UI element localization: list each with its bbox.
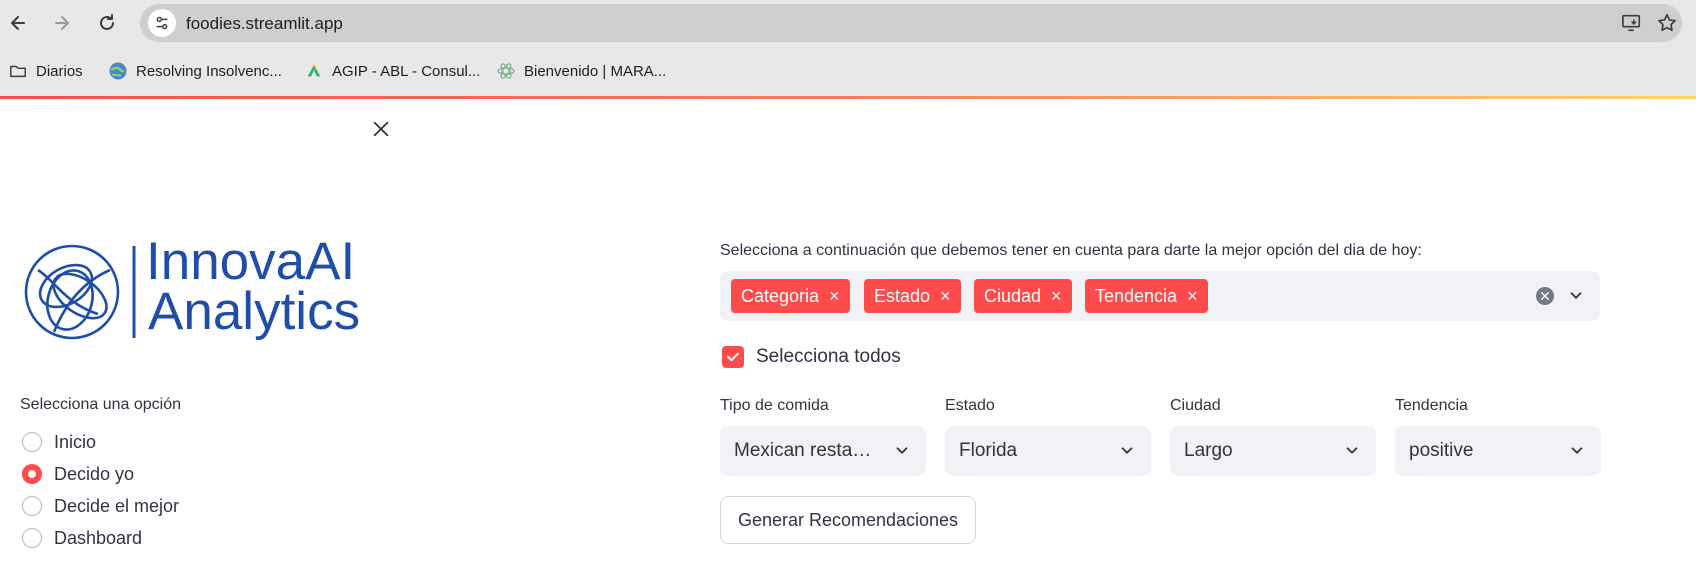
chevron-down-icon xyxy=(1570,292,1582,299)
mara-logo-icon xyxy=(496,61,516,81)
back-button[interactable] xyxy=(4,9,32,37)
radio-button[interactable] xyxy=(22,496,42,516)
close-sidebar-button[interactable] xyxy=(368,116,394,142)
radio-option-decide-el-mejor[interactable]: Decide el mejor xyxy=(22,492,179,520)
logo-text-line2: Analytics xyxy=(148,282,361,341)
select-ciudad[interactable]: Largo xyxy=(1170,426,1376,476)
multiselect-label: Selecciona a continuación que debemos te… xyxy=(720,242,1422,259)
chip-remove-icon[interactable]: × xyxy=(940,286,951,307)
reload-button[interactable] xyxy=(93,9,121,37)
star-icon xyxy=(1658,13,1676,32)
chip-ciudad: Ciudad × xyxy=(974,279,1072,313)
chip-remove-icon[interactable]: × xyxy=(1187,286,1198,307)
app-header-decoration xyxy=(0,96,1696,99)
radio-option-label: Decido yo xyxy=(54,463,135,484)
filter-label-ciudad: Ciudad xyxy=(1170,397,1221,414)
bookmark-star-button[interactable] xyxy=(1655,12,1679,34)
select-all-checkbox[interactable] xyxy=(722,346,744,368)
select-tendencia[interactable]: positive xyxy=(1395,426,1601,476)
select-value: Florida xyxy=(959,440,1018,461)
bookmark-agip[interactable]: AGIP - ABL - Consul... xyxy=(304,59,480,83)
bookmarks-bar: Diarios Resolving Insolvenc... AGIP - AB… xyxy=(0,46,1696,96)
select-tipo-de-comida[interactable]: Mexican resta… xyxy=(720,426,926,476)
agip-logo-icon xyxy=(304,61,324,81)
browser-toolbar: foodies.streamlit.app xyxy=(0,0,1696,46)
radio-button[interactable] xyxy=(22,432,42,452)
multiselect-dropdown-toggle[interactable] xyxy=(1566,286,1586,306)
filter-label-tendencia: Tendencia xyxy=(1395,397,1468,414)
select-all-label[interactable]: Selecciona todos xyxy=(756,346,901,368)
radio-option-label: Dashboard xyxy=(54,527,143,548)
chevron-down-icon xyxy=(1567,441,1587,461)
install-monitor-icon xyxy=(1622,14,1641,32)
radio-button-selected[interactable] xyxy=(22,464,42,484)
chip-categoria: Categoria × xyxy=(731,279,850,313)
chip-label: Tendencia xyxy=(1095,285,1178,306)
chip-tendencia: Tendencia × xyxy=(1085,279,1208,313)
radio-option-decido-yo[interactable]: Decido yo xyxy=(22,460,134,488)
bookmark-diarios[interactable]: Diarios xyxy=(8,59,83,83)
filter-label-estado: Estado xyxy=(945,397,995,414)
chip-label: Estado xyxy=(874,285,931,306)
chevron-down-icon xyxy=(1117,441,1137,461)
innovaai-logo: InnovaAI Analytics xyxy=(24,234,400,344)
radio-option-inicio[interactable]: Inicio xyxy=(22,428,96,456)
bookmark-mara[interactable]: Bienvenido | MARA... xyxy=(496,59,666,83)
generate-recommendations-button[interactable]: Generar Recomendaciones xyxy=(720,496,976,544)
chevron-down-icon xyxy=(892,441,912,461)
select-value: Largo xyxy=(1184,440,1233,461)
radio-option-label: Decide el mejor xyxy=(54,495,180,516)
url-text[interactable]: foodies.streamlit.app xyxy=(186,14,343,34)
site-info-button[interactable] xyxy=(148,9,176,37)
bookmark-label: Bienvenido | MARA... xyxy=(524,62,667,80)
arrow-right-icon xyxy=(55,16,69,30)
address-bar[interactable]: foodies.streamlit.app xyxy=(140,4,1682,42)
tune-icon xyxy=(156,16,168,30)
radio-group-label: Selecciona una opción xyxy=(20,396,182,413)
clear-icon xyxy=(1541,292,1549,300)
chip-remove-icon[interactable]: × xyxy=(829,286,840,307)
bookmark-label: Diarios xyxy=(36,62,83,80)
chip-label: Ciudad xyxy=(984,285,1042,306)
reload-icon xyxy=(100,14,114,30)
chip-estado: Estado × xyxy=(864,279,961,313)
select-estado[interactable]: Florida xyxy=(945,426,1151,476)
criteria-multiselect[interactable]: Categoria × Estado × Ciudad × Tendencia … xyxy=(720,271,1600,321)
arrow-left-icon xyxy=(11,16,25,30)
bookmark-label: AGIP - ABL - Consul... xyxy=(332,62,481,80)
radio-option-dashboard[interactable]: Dashboard xyxy=(22,524,142,552)
checkmark-icon xyxy=(727,352,739,362)
folder-icon xyxy=(8,61,28,81)
radio-button[interactable] xyxy=(22,528,42,548)
radio-option-label: Inicio xyxy=(54,431,97,452)
bookmark-label: Resolving Insolvenc... xyxy=(136,62,282,80)
select-value: positive xyxy=(1409,440,1474,461)
filter-label-tipo-de-comida: Tipo de comida xyxy=(720,397,829,414)
select-value: Mexican resta… xyxy=(734,440,872,461)
chevron-down-icon xyxy=(1342,441,1362,461)
globe-icon xyxy=(108,61,128,81)
chip-label: Categoria xyxy=(741,285,820,306)
close-icon xyxy=(373,121,389,137)
bookmark-resolving-insolvency[interactable]: Resolving Insolvenc... xyxy=(108,59,282,83)
chip-remove-icon[interactable]: × xyxy=(1051,286,1062,307)
install-app-button[interactable] xyxy=(1620,12,1644,34)
logo-mark-icon xyxy=(24,244,120,340)
forward-button[interactable] xyxy=(48,9,76,37)
clear-all-button[interactable] xyxy=(1536,287,1554,305)
